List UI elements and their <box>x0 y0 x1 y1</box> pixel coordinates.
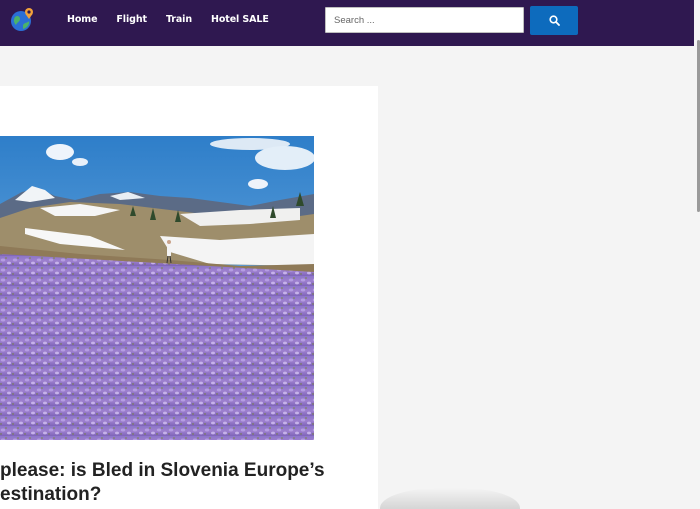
main-nav: Home Flight Train Hotel SALE <box>67 14 288 25</box>
search-icon <box>548 15 560 26</box>
search-button[interactable] <box>530 6 578 35</box>
nav-hotel-sale[interactable]: Hotel SALE <box>211 14 269 25</box>
crocus-meadow-photo[interactable] <box>0 136 314 440</box>
globe-pin-icon[interactable] <box>8 5 36 33</box>
bottom-shadow <box>380 488 520 509</box>
nav-train[interactable]: Train <box>166 14 192 25</box>
nav-flight[interactable]: Flight <box>116 14 147 25</box>
post-title[interactable]: please: is Bled in Slovenia Europe’s est… <box>0 459 378 507</box>
top-navbar: Home Flight Train Hotel SALE <box>0 0 700 46</box>
nav-home[interactable]: Home <box>67 14 98 25</box>
search-input[interactable] <box>325 7 524 33</box>
